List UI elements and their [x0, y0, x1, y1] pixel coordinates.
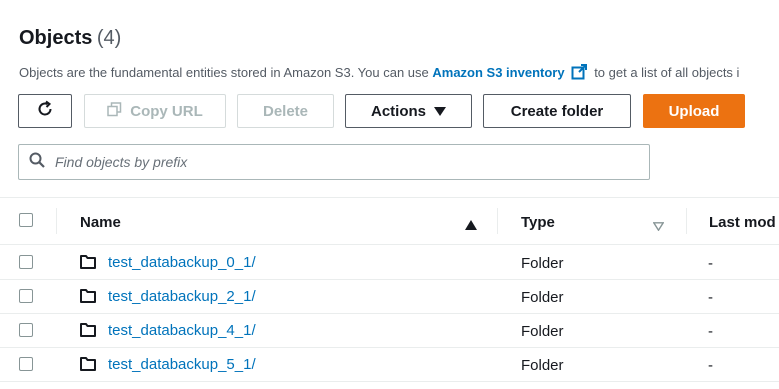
- row-checkbox[interactable]: [19, 323, 33, 337]
- upload-button[interactable]: Upload: [643, 94, 745, 128]
- object-last-modified: -: [708, 289, 713, 306]
- object-name-link[interactable]: test_databackup_4_1/: [108, 322, 256, 339]
- object-name-link[interactable]: test_databackup_2_1/: [108, 288, 256, 305]
- column-last-modified-header[interactable]: Last mod: [709, 214, 776, 231]
- object-type: Folder: [521, 357, 564, 374]
- actions-label: Actions: [370, 102, 426, 120]
- row-checkbox[interactable]: [19, 255, 33, 269]
- row-checkbox[interactable]: [19, 357, 33, 371]
- folder-icon: [80, 289, 96, 308]
- delete-button[interactable]: Delete: [237, 94, 334, 128]
- object-last-modified: -: [708, 357, 713, 374]
- table-row[interactable]: test_databackup_4_1/ Folder -: [0, 314, 779, 348]
- search-field[interactable]: [18, 144, 650, 180]
- object-type: Folder: [521, 289, 564, 306]
- objects-description: Objects are the fundamental entities sto…: [19, 64, 739, 83]
- upload-label: Upload: [668, 102, 720, 120]
- table-row[interactable]: test_databackup_2_1/ Folder -: [0, 280, 779, 314]
- actions-button[interactable]: Actions: [345, 94, 472, 128]
- delete-label: Delete: [262, 102, 309, 120]
- column-divider: [56, 208, 57, 234]
- copy-url-button[interactable]: Copy URL: [84, 94, 226, 128]
- refresh-button[interactable]: [18, 94, 72, 128]
- object-name-link[interactable]: test_databackup_0_1/: [108, 254, 256, 271]
- caret-down-icon: [434, 103, 446, 120]
- object-last-modified: -: [708, 323, 713, 340]
- object-count: (4): [96, 27, 122, 49]
- description-text-end: to get a list of all objects i: [590, 65, 740, 80]
- select-all-checkbox[interactable]: [19, 213, 33, 227]
- search-input[interactable]: [53, 153, 617, 171]
- sort-ascending-icon[interactable]: [465, 217, 477, 235]
- folder-icon: [80, 357, 96, 376]
- object-last-modified: -: [708, 255, 713, 272]
- row-checkbox[interactable]: [19, 289, 33, 303]
- table-row[interactable]: test_databackup_5_1/ Folder -: [0, 348, 779, 382]
- refresh-icon: [36, 100, 54, 122]
- table-row[interactable]: test_databackup_0_1/ Folder -: [0, 246, 779, 280]
- description-text: Objects are the fundamental entities sto…: [19, 65, 433, 80]
- search-icon: [29, 152, 45, 173]
- create-folder-button[interactable]: Create folder: [483, 94, 631, 128]
- page-title: Objects: [19, 27, 93, 49]
- copy-icon: [107, 101, 122, 121]
- copy-url-label: Copy URL: [130, 102, 203, 120]
- object-name-link[interactable]: test_databackup_5_1/: [108, 356, 256, 373]
- objects-header: Objects (4): [19, 27, 121, 50]
- create-folder-label: Create folder: [510, 102, 604, 120]
- s3-inventory-link[interactable]: Amazon S3 inventory: [432, 65, 564, 80]
- table-header: Name Type Last mod: [0, 197, 779, 245]
- folder-icon: [80, 323, 96, 342]
- sort-icon[interactable]: [652, 218, 665, 236]
- column-name-header[interactable]: Name: [80, 214, 121, 231]
- column-divider: [497, 208, 498, 234]
- column-divider: [686, 208, 687, 234]
- object-type: Folder: [521, 323, 564, 340]
- object-type: Folder: [521, 255, 564, 272]
- folder-icon: [80, 255, 96, 274]
- column-type-header[interactable]: Type: [521, 214, 555, 231]
- external-link-icon[interactable]: [571, 64, 587, 83]
